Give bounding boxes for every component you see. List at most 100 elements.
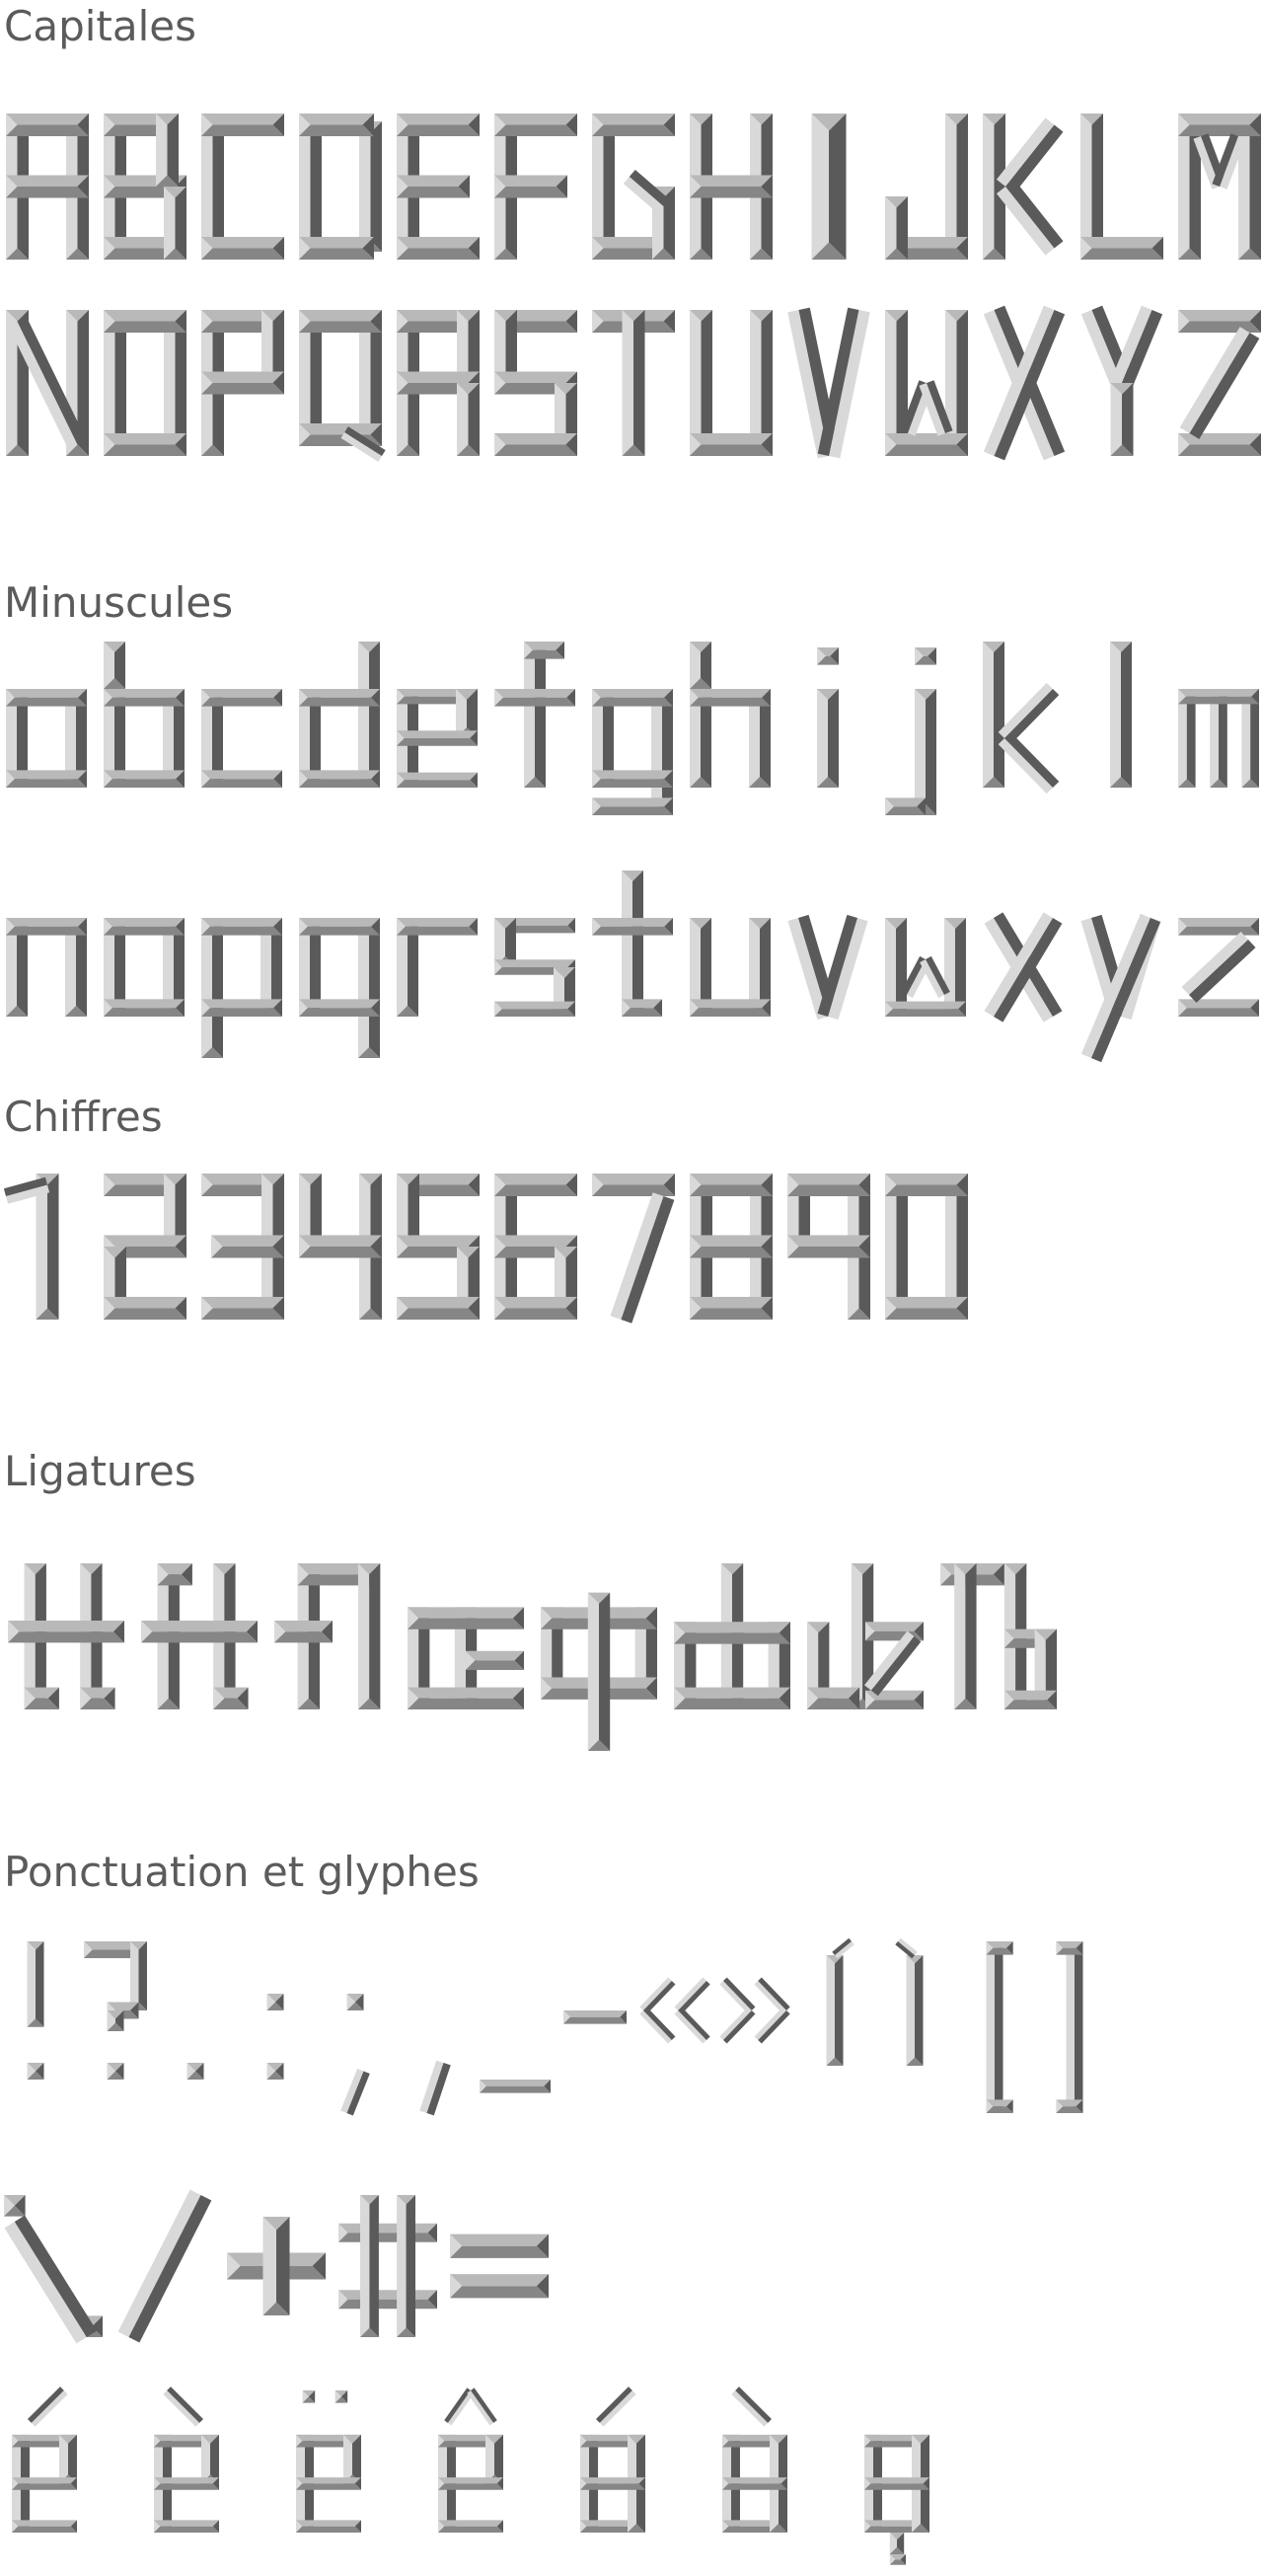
glyph-char: s bbox=[532, 959, 537, 970]
glyph: 1 bbox=[3, 1174, 59, 1320]
glyph-char: ] bbox=[1073, 2003, 1076, 2013]
glyph-char: 7 bbox=[631, 1239, 636, 1250]
glyph: , bbox=[419, 2003, 451, 2116]
glyph: m bbox=[1178, 689, 1259, 788]
glyph-char: dz bbox=[859, 1629, 871, 1639]
glyph: à bbox=[722, 2387, 787, 2533]
glyph-char: # bbox=[384, 2258, 392, 2269]
glyph-char: : bbox=[273, 2003, 276, 2013]
glyph: ɸ bbox=[541, 1592, 657, 1751]
glyph: d bbox=[299, 642, 380, 788]
glyph: f bbox=[494, 642, 575, 788]
glyph-char: 6 bbox=[533, 1239, 539, 1250]
glyph-row-svg: a b c d e f g h i j k l m bbox=[6, 642, 1259, 815]
glyph-char: g bbox=[630, 730, 635, 741]
glyph-char: q bbox=[336, 959, 342, 970]
glyph: 7 bbox=[592, 1174, 675, 1324]
glyph-char: F bbox=[533, 179, 539, 189]
glyph-char: j bbox=[924, 730, 928, 741]
glyph-char: n bbox=[43, 959, 49, 970]
glyph-char: , bbox=[433, 2003, 436, 2013]
glyph-char: ! bbox=[34, 2003, 37, 2013]
glyph: y bbox=[1080, 913, 1161, 1063]
glyph-char: db bbox=[726, 1629, 739, 1639]
glyph-char: l bbox=[1120, 730, 1123, 741]
glyph-char: + bbox=[272, 2258, 280, 2269]
glyph: ê bbox=[438, 2387, 503, 2533]
glyph: z bbox=[1178, 918, 1259, 1017]
glyph-char: _ bbox=[512, 2003, 519, 2013]
glyph: db bbox=[674, 1563, 790, 1709]
glyph-row-svg: n o p q r s t u v w x y z bbox=[6, 871, 1259, 1063]
glyph: ! bbox=[27, 1941, 44, 2080]
glyph: H bbox=[690, 114, 773, 260]
glyph: c bbox=[201, 689, 282, 788]
glyph: r bbox=[397, 918, 478, 1017]
glyph-char: tt bbox=[62, 1629, 70, 1639]
glyph-char: K bbox=[1021, 179, 1028, 189]
glyph: tt bbox=[8, 1563, 124, 1709]
glyph-char: fl bbox=[330, 1629, 335, 1639]
glyph: q bbox=[299, 918, 380, 1058]
glyph: 5 bbox=[397, 1174, 480, 1320]
glyph-char: U bbox=[727, 375, 734, 386]
glyph: X bbox=[983, 305, 1066, 461]
section-title-lowercase: Minuscules bbox=[4, 578, 234, 627]
glyph-char: ? bbox=[112, 2003, 117, 2013]
glyph-char: 2 bbox=[142, 1239, 148, 1250]
glyph-char: o bbox=[141, 959, 147, 970]
glyph-char: ) bbox=[913, 2003, 917, 2013]
glyph-char: B bbox=[142, 179, 149, 189]
glyph: M bbox=[1178, 114, 1261, 260]
glyph-char: à bbox=[752, 2451, 758, 2462]
glyph: dz bbox=[807, 1563, 924, 1709]
glyph-char: á bbox=[610, 2451, 616, 2462]
glyph: ? bbox=[84, 1941, 147, 2080]
glyph: i bbox=[817, 647, 839, 788]
glyph-char: i bbox=[827, 730, 830, 741]
glyph: è bbox=[154, 2387, 219, 2533]
glyph-char: ; bbox=[353, 2003, 356, 2013]
glyph-char: % bbox=[48, 2258, 58, 2269]
glyph-char: w bbox=[922, 959, 929, 970]
glyph-char: Y bbox=[1118, 375, 1126, 386]
glyph-char: ft bbox=[195, 1629, 202, 1639]
glyph: K bbox=[983, 114, 1064, 260]
glyph: N bbox=[6, 310, 89, 456]
glyph-char: O bbox=[141, 375, 149, 386]
glyph: + bbox=[227, 2217, 326, 2315]
glyph-char: x bbox=[1020, 959, 1026, 970]
glyph-row-svg: N O P Q R S T U V W X Y Z bbox=[6, 305, 1261, 462]
glyph: T bbox=[592, 310, 675, 456]
glyph: . bbox=[186, 2063, 204, 2080]
glyph-char: » bbox=[752, 2003, 758, 2013]
glyph: Tb bbox=[940, 1563, 1057, 1709]
glyph: E bbox=[397, 114, 480, 260]
glyph-char: ç bbox=[894, 2452, 900, 2462]
glyph: j bbox=[885, 647, 936, 815]
glyph: / bbox=[117, 2189, 212, 2343]
glyph-char: W bbox=[922, 375, 931, 386]
specimen-page: { "colors": { "background": "#ffffff", "… bbox=[0, 0, 1262, 2576]
glyph: ) bbox=[895, 1937, 924, 2066]
glyph-char: œ bbox=[461, 1629, 471, 1639]
glyph-char: v bbox=[825, 959, 831, 970]
glyph-char: J bbox=[925, 179, 928, 189]
glyph-char: m bbox=[1214, 730, 1224, 741]
section-title-ligatures: Ligatures bbox=[4, 1447, 196, 1495]
glyph-char: f bbox=[533, 730, 537, 741]
glyph: [ bbox=[986, 1941, 1013, 2113]
glyph-char: D bbox=[336, 179, 344, 189]
glyph-char: a bbox=[43, 730, 49, 741]
glyph-char: 4 bbox=[337, 1239, 343, 1250]
glyph-row-svg: éèëêáàç bbox=[12, 2387, 929, 2565]
glyph: I bbox=[811, 114, 847, 260]
glyph-row-svg: !?.:;, _ - « » () [] bbox=[27, 1937, 1083, 2116]
glyph-char: I bbox=[828, 179, 831, 189]
glyph: % bbox=[4, 2195, 103, 2344]
glyph-char: C bbox=[240, 179, 247, 189]
glyph-char: - bbox=[593, 2003, 597, 2013]
glyph: á bbox=[580, 2387, 645, 2533]
glyph: U bbox=[690, 310, 773, 456]
glyph: P bbox=[201, 310, 284, 456]
